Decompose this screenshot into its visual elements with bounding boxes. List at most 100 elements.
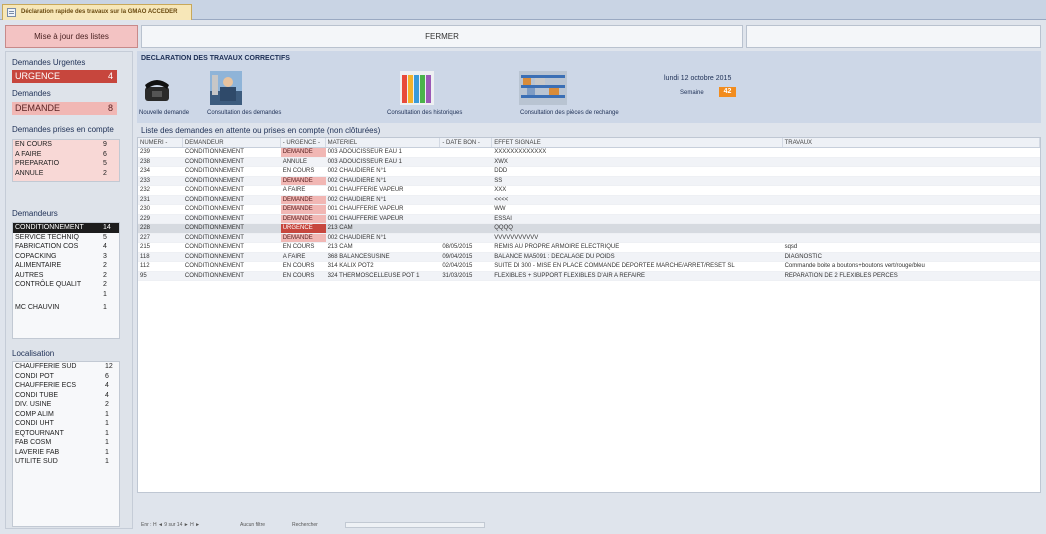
cell-works[interactable]: sqsd bbox=[783, 243, 1040, 252]
taken-list[interactable]: EN COURS 9 A FAIRE 6 PREPARATIO 5 ANNULE 2 bbox=[12, 139, 120, 182]
cell-requester[interactable]: CONDITIONNEMENT bbox=[183, 272, 281, 281]
table-row[interactable]: 215 CONDITIONNEMENT EN COURS 213 CAM 08/05/2… bbox=[138, 243, 1040, 253]
list-item[interactable]: UTILITE SUD 1 bbox=[13, 457, 119, 467]
cell-requester[interactable]: CONDITIONNEMENT bbox=[183, 186, 281, 195]
cell-number[interactable]: 238 bbox=[138, 158, 183, 167]
table-row[interactable]: 228 CONDITIONNEMENT URGENCE 213 CAM QQQQ bbox=[138, 224, 1040, 234]
list-item[interactable]: ALIMENTAIRE 2 bbox=[13, 261, 119, 271]
list-item[interactable]: PREPARATIO 5 bbox=[13, 159, 119, 169]
cell-number[interactable]: 112 bbox=[138, 262, 183, 271]
cell-works[interactable]: DIAGNOSTIC bbox=[783, 253, 1040, 262]
cell-works[interactable] bbox=[783, 205, 1040, 214]
demandes-filter[interactable]: DEMANDE 8 bbox=[12, 102, 117, 115]
cell-requester[interactable]: CONDITIONNEMENT bbox=[183, 205, 281, 214]
cell-date[interactable] bbox=[440, 234, 492, 243]
list-item[interactable]: COMP ALIM 1 bbox=[13, 410, 119, 420]
horizontal-scrollbar[interactable] bbox=[345, 522, 485, 528]
urgent-filter[interactable]: URGENCE 4 bbox=[12, 70, 117, 83]
location-list[interactable]: CHAUFFERIE SUD 12 CONDI POT 6 CHAUFFERIE E… bbox=[12, 361, 120, 527]
cell-equipment[interactable]: 001 CHAUFFERIE VAPEUR bbox=[326, 215, 441, 224]
cell-effect[interactable]: XXX bbox=[492, 186, 782, 195]
cell-effect[interactable]: QQQQ bbox=[492, 224, 782, 233]
table-row[interactable]: 231 CONDITIONNEMENT DEMANDE 002 CHAUDIERE N… bbox=[138, 195, 1040, 205]
cell-works[interactable] bbox=[783, 186, 1040, 195]
list-item[interactable]: AUTRES 2 bbox=[13, 271, 119, 281]
cell-requester[interactable]: CONDITIONNEMENT bbox=[183, 196, 281, 205]
cell-urgency[interactable]: EN COURS bbox=[281, 243, 326, 252]
cell-number[interactable]: 227 bbox=[138, 234, 183, 243]
cell-requester[interactable]: CONDITIONNEMENT bbox=[183, 177, 281, 186]
cell-number[interactable]: 239 bbox=[138, 148, 183, 157]
cell-urgency[interactable]: EN COURS bbox=[281, 262, 326, 271]
cell-date[interactable] bbox=[440, 158, 492, 167]
col-date[interactable]: - DATE BON - bbox=[440, 138, 493, 147]
cell-number[interactable]: 215 bbox=[138, 243, 183, 252]
col-number[interactable]: NUMERI - bbox=[138, 138, 183, 147]
list-item[interactable]: CONDI UHT 1 bbox=[13, 419, 119, 429]
cell-urgency[interactable]: A FAIRE bbox=[281, 253, 326, 262]
cell-works[interactable] bbox=[783, 148, 1040, 157]
cell-urgency[interactable]: DEMANDE bbox=[280, 233, 326, 242]
list-item[interactable]: SERVICE TECHNIQ 5 bbox=[13, 233, 119, 243]
cell-number[interactable]: 229 bbox=[138, 215, 183, 224]
view-history-label[interactable]: Consultation des historiques bbox=[387, 110, 462, 116]
cell-urgency[interactable]: DEMANDE bbox=[280, 195, 326, 204]
cell-works[interactable]: REPARATION DE 2 FLEXIBLES PERCES bbox=[783, 272, 1040, 281]
cell-equipment[interactable]: 001 CHAUFFERIE VAPEUR bbox=[326, 186, 441, 195]
cell-effect[interactable]: SUITE DI 300 - MISE EN PLACE COMMANDE DÉ… bbox=[492, 262, 782, 271]
cell-effect[interactable]: <<<< bbox=[492, 196, 782, 205]
view-requests-label[interactable]: Consultation des demandes bbox=[207, 110, 281, 116]
record-navigator[interactable]: Enr : H ◄ 9 sur 14 ► H ► bbox=[141, 521, 200, 529]
cell-effect[interactable]: DDD bbox=[492, 167, 782, 176]
cell-number[interactable]: 234 bbox=[138, 167, 183, 176]
cell-urgency[interactable]: ANNULE bbox=[281, 158, 326, 167]
cell-works[interactable] bbox=[783, 224, 1040, 233]
cell-effect[interactable]: BALANCE MA5091 : DECALAGE DU POIDS bbox=[492, 253, 782, 262]
cell-works[interactable] bbox=[783, 196, 1040, 205]
col-urgency[interactable]: - URGENCE - bbox=[281, 138, 326, 147]
cell-effect[interactable]: FLEXIBLES + SUPPORT FLEXIBLES D'AIR A RE… bbox=[492, 272, 782, 281]
cell-effect[interactable]: SS bbox=[492, 177, 782, 186]
warehouse-icon[interactable] bbox=[519, 71, 567, 105]
list-item[interactable]: CONTRÔLE QUALIT 2 bbox=[13, 280, 119, 290]
phone-icon[interactable] bbox=[143, 71, 171, 105]
cell-number[interactable]: 118 bbox=[138, 253, 183, 262]
cell-date[interactable] bbox=[440, 215, 492, 224]
cell-equipment[interactable]: 001 CHAUFFERIE VAPEUR bbox=[326, 205, 441, 214]
list-item[interactable]: CHAUFFERIE ECS 4 bbox=[13, 381, 119, 391]
cell-number[interactable]: 233 bbox=[138, 177, 183, 186]
list-item[interactable]: CONDITIONNEMENT 14 bbox=[13, 223, 119, 233]
table-row[interactable]: 118 CONDITIONNEMENT A FAIRE 368 BALANCESUSI… bbox=[138, 252, 1040, 262]
cell-date[interactable]: 08/05/2015 bbox=[440, 243, 492, 252]
cell-works[interactable] bbox=[783, 215, 1040, 224]
table-row[interactable]: 239 CONDITIONNEMENT DEMANDE 003 ADOUCISSEUR… bbox=[138, 148, 1040, 158]
cell-urgency[interactable]: DEMANDE bbox=[280, 176, 326, 185]
cell-equipment[interactable]: 002 CHAUDIERE N°1 bbox=[326, 167, 441, 176]
list-item[interactable]: FABRICATION COS 4 bbox=[13, 242, 119, 252]
view-spare-parts-label[interactable]: Consultation des pièces de rechange bbox=[520, 110, 619, 116]
cell-number[interactable]: 231 bbox=[138, 196, 183, 205]
cell-date[interactable]: 02/04/2015 bbox=[440, 262, 492, 271]
binders-icon[interactable] bbox=[400, 71, 434, 105]
cell-equipment[interactable]: 213 CAM bbox=[326, 224, 441, 233]
cell-number[interactable]: 95 bbox=[138, 272, 183, 281]
col-works[interactable]: TRAVAUX bbox=[783, 138, 1040, 147]
cell-number[interactable]: 228 bbox=[138, 224, 183, 233]
cell-works[interactable] bbox=[783, 177, 1040, 186]
list-item[interactable]: EN COURS 9 bbox=[13, 140, 119, 150]
list-item[interactable]: CONDI POT 6 bbox=[13, 372, 119, 382]
cell-number[interactable]: 230 bbox=[138, 205, 183, 214]
cell-equipment[interactable]: 314 KALIX POT2 bbox=[326, 262, 441, 271]
cell-equipment[interactable]: 368 BALANCESUSINE bbox=[326, 253, 441, 262]
cell-date[interactable] bbox=[440, 177, 492, 186]
list-item[interactable]: FAB COSM 1 bbox=[13, 438, 119, 448]
table-row[interactable]: 238 CONDITIONNEMENT ANNULE 003 ADOUCISSEUR … bbox=[138, 157, 1040, 167]
cell-effect[interactable]: ESSAI bbox=[492, 215, 782, 224]
cell-date[interactable] bbox=[440, 224, 492, 233]
cell-equipment[interactable]: 003 ADOUCISSEUR EAU 1 bbox=[326, 148, 441, 157]
cell-requester[interactable]: CONDITIONNEMENT bbox=[183, 167, 281, 176]
search-box[interactable]: Rechercher bbox=[292, 521, 318, 529]
cell-works[interactable]: Commande boite a boutons+boutons vert/ro… bbox=[783, 262, 1040, 271]
table-row[interactable]: 233 CONDITIONNEMENT DEMANDE 002 CHAUDIERE N… bbox=[138, 176, 1040, 186]
table-row[interactable]: 234 CONDITIONNEMENT EN COURS 002 CHAUDIERE … bbox=[138, 167, 1040, 177]
